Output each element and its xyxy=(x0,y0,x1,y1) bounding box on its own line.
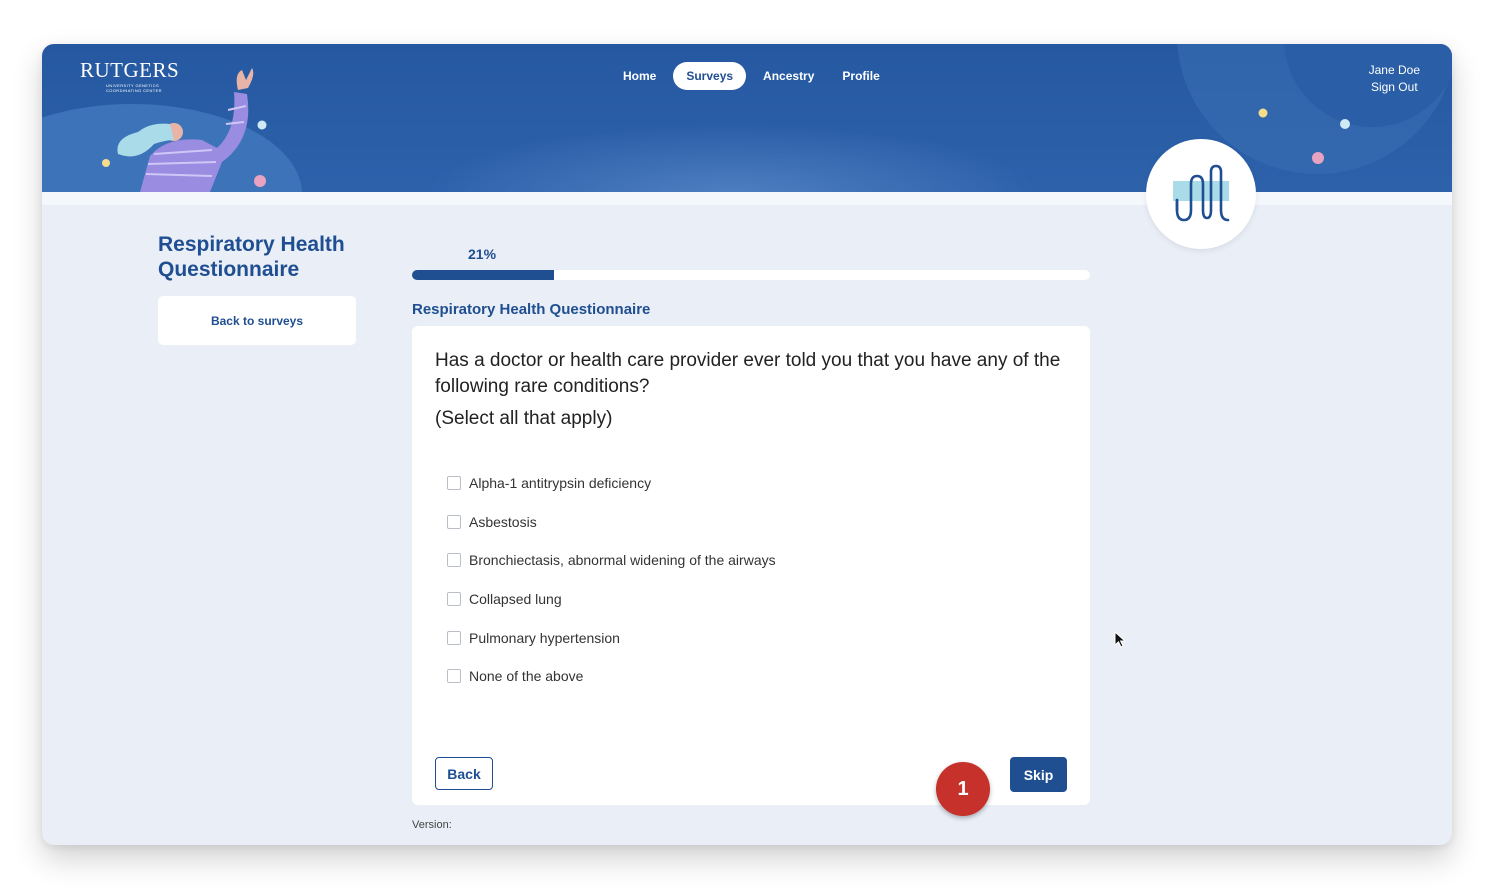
progress-bar xyxy=(412,270,1090,280)
mouse-cursor-icon xyxy=(1114,631,1126,648)
main-nav: Home Surveys Ancestry Profile xyxy=(612,62,891,90)
question-instruction: (Select all that apply) xyxy=(435,408,613,429)
step-number-marker: 1 xyxy=(936,762,990,816)
checkbox[interactable] xyxy=(447,476,461,491)
back-button[interactable]: Back xyxy=(435,757,493,790)
option-label[interactable]: Pulmonary hypertension xyxy=(469,630,620,646)
nav-ancestry[interactable]: Ancestry xyxy=(752,62,825,90)
section-title: Respiratory Health Questionnaire xyxy=(412,301,651,318)
survey-title: Respiratory Health Questionnaire xyxy=(158,233,345,281)
progress-percent: 21% xyxy=(468,246,497,262)
option-label[interactable]: Bronchiectasis, abnormal widening of the… xyxy=(469,552,776,568)
checkbox[interactable] xyxy=(447,630,461,645)
nav-surveys[interactable]: Surveys xyxy=(673,62,747,90)
option-item[interactable]: Bronchiectasis, abnormal widening of the… xyxy=(447,541,776,580)
nav-profile[interactable]: Profile xyxy=(831,62,890,90)
back-to-surveys-button[interactable]: Back to surveys xyxy=(158,296,356,345)
rutgers-logo[interactable]: RUTGERS University Genetics Coordinating… xyxy=(80,58,179,93)
user-menu: Jane Doe Sign Out xyxy=(1369,62,1420,96)
option-label[interactable]: Alpha-1 antitrypsin deficiency xyxy=(469,475,651,491)
option-item[interactable]: Alpha-1 antitrypsin deficiency xyxy=(447,464,776,503)
version-label: Version: xyxy=(412,819,452,831)
progress-bar-fill xyxy=(412,270,555,280)
question-text: Has a doctor or health care provider eve… xyxy=(435,350,1061,397)
option-item[interactable]: Pulmonary hypertension xyxy=(447,618,776,657)
survey-badge xyxy=(1146,139,1256,249)
app-window: RUTGERS University Genetics Coordinating… xyxy=(42,44,1452,845)
question-card: Has a doctor or health care provider eve… xyxy=(412,326,1090,805)
skip-button[interactable]: Skip xyxy=(1010,757,1067,792)
option-item[interactable]: None of the above xyxy=(447,657,776,696)
option-label[interactable]: Asbestosis xyxy=(469,514,537,530)
option-label[interactable]: None of the above xyxy=(469,668,583,684)
checkbox[interactable] xyxy=(447,514,461,529)
nav-home[interactable]: Home xyxy=(612,62,667,90)
checkbox[interactable] xyxy=(447,669,461,684)
option-item[interactable]: Collapsed lung xyxy=(447,580,776,619)
respiratory-waveform-icon xyxy=(1173,164,1230,222)
user-name[interactable]: Jane Doe xyxy=(1369,62,1420,79)
sign-out-link[interactable]: Sign Out xyxy=(1369,79,1420,96)
checkbox[interactable] xyxy=(447,592,461,607)
options-list: Alpha-1 antitrypsin deficiency Asbestosi… xyxy=(447,464,776,696)
logo-subtext-2: Coordinating Center xyxy=(106,88,162,93)
checkbox[interactable] xyxy=(447,553,461,568)
option-label[interactable]: Collapsed lung xyxy=(469,591,562,607)
option-item[interactable]: Asbestosis xyxy=(447,503,776,542)
logo-wordmark: RUTGERS xyxy=(80,58,180,82)
